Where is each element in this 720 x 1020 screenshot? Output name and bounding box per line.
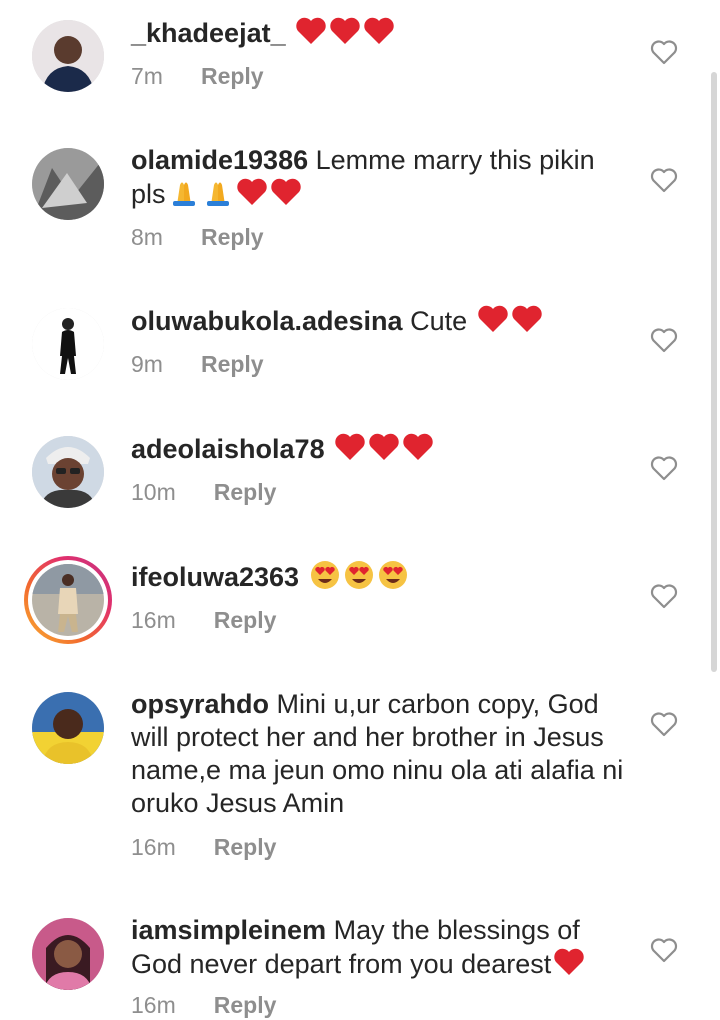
scrollbar[interactable] (711, 72, 717, 672)
avatar[interactable] (32, 692, 104, 764)
folded-hands-icon (168, 177, 200, 207)
avatar[interactable] (32, 148, 104, 220)
like-heart-icon[interactable] (650, 455, 678, 481)
comment-username[interactable]: olamide19386 (131, 145, 308, 175)
comment-meta: 16m Reply (131, 605, 276, 635)
avatar[interactable] (32, 20, 104, 92)
comment-text: ifeoluwa2363 (131, 560, 631, 594)
heart-eyes-icon (343, 560, 375, 590)
red-heart-icon (402, 432, 434, 462)
red-heart-icon (553, 947, 585, 977)
heart-eyes-icon (377, 560, 409, 590)
comment-text: olamide19386 Lemme marry this pikin pls (131, 144, 631, 211)
folded-hands-icon (202, 177, 234, 207)
comment-username[interactable]: oluwabukola.adesina (131, 306, 403, 336)
red-heart-icon (270, 177, 302, 207)
avatar[interactable] (32, 436, 104, 508)
comment-text: _khadeejat_ (131, 16, 631, 50)
comment-username[interactable]: ifeoluwa2363 (131, 562, 299, 592)
comment-text: oluwabukola.adesina Cute (131, 304, 631, 338)
like-heart-icon[interactable] (650, 167, 678, 193)
avatar (32, 564, 104, 636)
comment-text: opsyrahdo Mini u,ur carbon copy, God wil… (131, 688, 631, 820)
reply-button[interactable]: Reply (201, 351, 264, 377)
comment-text: iamsimpleinem May the blessings of God n… (131, 914, 631, 981)
red-heart-icon (334, 432, 366, 462)
like-heart-icon[interactable] (650, 327, 678, 353)
comment-time: 16m (131, 834, 176, 860)
comment-username[interactable]: _khadeejat_ (131, 18, 286, 48)
red-heart-icon (477, 304, 509, 334)
comment-time: 8m (131, 224, 163, 250)
comment-username[interactable]: opsyrahdo (131, 689, 269, 719)
red-heart-icon (236, 177, 268, 207)
comment-meta: 9m Reply (131, 349, 264, 379)
reply-button[interactable]: Reply (214, 607, 277, 633)
comment-username[interactable]: adeolaishola78 (131, 434, 325, 464)
like-heart-icon[interactable] (650, 937, 678, 963)
like-heart-icon[interactable] (650, 583, 678, 609)
red-heart-icon (368, 432, 400, 462)
comment-time: 16m (131, 992, 176, 1018)
comment-body: Cute (410, 306, 468, 336)
reply-button[interactable]: Reply (201, 63, 264, 89)
comment-username[interactable]: iamsimpleinem (131, 915, 326, 945)
comment-time: 9m (131, 351, 163, 377)
comment-meta: 10m Reply (131, 477, 276, 507)
comment-time: 7m (131, 63, 163, 89)
red-heart-icon (329, 16, 361, 46)
comment-meta: 7m Reply (131, 61, 264, 91)
like-heart-icon[interactable] (650, 711, 678, 737)
comment-text: adeolaishola78 (131, 432, 631, 466)
avatar-ring-gap (28, 560, 108, 640)
comment-meta: 8m Reply (131, 222, 264, 252)
reply-button[interactable]: Reply (214, 479, 277, 505)
reply-button[interactable]: Reply (214, 834, 277, 860)
avatar-story-ring[interactable] (24, 556, 112, 644)
comment-time: 16m (131, 607, 176, 633)
red-heart-icon (363, 16, 395, 46)
red-heart-icon (295, 16, 327, 46)
reply-button[interactable]: Reply (201, 224, 264, 250)
comment-time: 10m (131, 479, 176, 505)
comment-meta: 16m Reply (131, 832, 276, 862)
heart-eyes-icon (309, 560, 341, 590)
avatar[interactable] (32, 308, 104, 380)
comment-meta: 16m Reply (131, 990, 276, 1020)
like-heart-icon[interactable] (650, 39, 678, 65)
red-heart-icon (511, 304, 543, 334)
reply-button[interactable]: Reply (214, 992, 277, 1018)
avatar[interactable] (32, 918, 104, 990)
